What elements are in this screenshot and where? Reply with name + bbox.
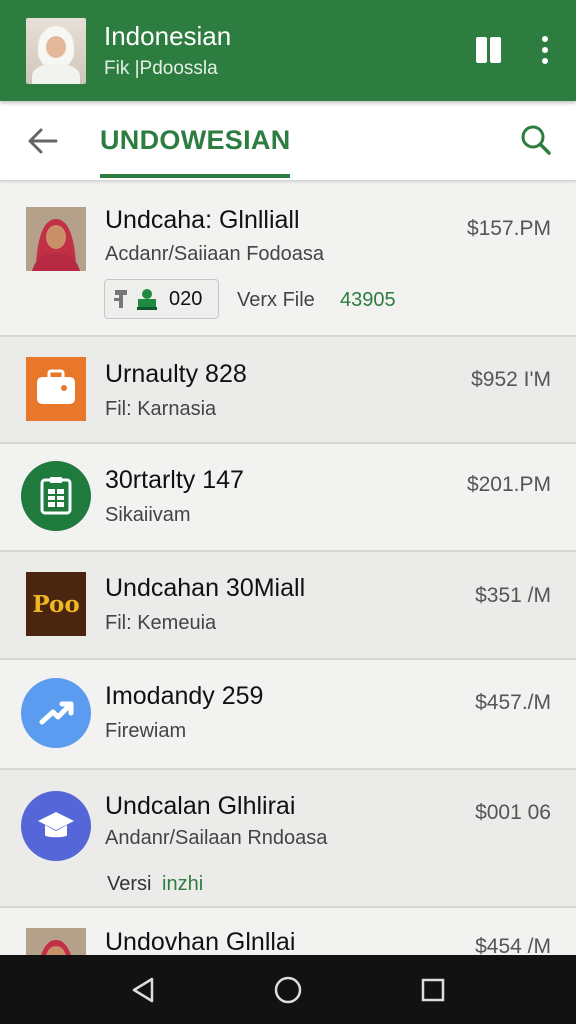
trend-icon: [21, 678, 91, 748]
logo-text: Poo: [32, 590, 80, 618]
spreadsheet-icon: [21, 461, 91, 531]
file-chip[interactable]: 020: [104, 279, 219, 319]
version-label: Verx File: [237, 289, 315, 311]
item-title: Undcaha: Glnlliall: [105, 206, 300, 234]
nav-back-icon[interactable]: [123, 970, 163, 1010]
list-item[interactable]: Imodandy 259 Firewiam $457./M: [0, 660, 576, 770]
item-title: 30rtarlty 147: [105, 466, 244, 494]
item-subtitle: Fil: Kemeuia: [105, 612, 217, 634]
nav-recents-icon[interactable]: [413, 970, 453, 1010]
tab-indicator: [100, 174, 290, 178]
item-thumbnail: [26, 207, 86, 271]
item-subtitle: Firewiam: [105, 720, 187, 742]
app-bar: Indonesian Fik |Pdoossla: [0, 0, 576, 101]
item-price: $001 06: [475, 801, 551, 824]
app-bar-titles: Indonesian Fik |Pdoossla: [104, 20, 231, 82]
pin-icon: [114, 290, 127, 308]
graduation-cap-icon: [21, 791, 91, 861]
nav-home-icon[interactable]: [268, 970, 308, 1010]
item-subtitle: Andanr/Sailaan Rndoasa: [105, 827, 328, 849]
item-title: Urnaulty 828: [105, 360, 247, 388]
item-title: Undovhan Glnllai: [105, 928, 296, 956]
app-logo: Poo: [26, 572, 86, 636]
item-price: $952 I'M: [471, 368, 551, 391]
version-value: inzhi: [162, 873, 204, 895]
app-list: Undcaha: Glnlliall Acdanr/Saiiaan Fodoas…: [0, 182, 576, 992]
app-bar-actions: [476, 36, 548, 64]
section-tab-title[interactable]: UNDOWESIAN: [100, 125, 291, 156]
list-item[interactable]: Undcaha: Glnlliall Acdanr/Saiiaan Fodoas…: [0, 182, 576, 337]
list-item[interactable]: 30rtarlty 147 Sikaiivam $201.PM: [0, 444, 576, 552]
list-item[interactable]: Urnaulty 828 Fil: Karnasia $952 I'M: [0, 337, 576, 444]
version-label: Versi: [107, 873, 152, 895]
item-price: $457./M: [475, 691, 551, 714]
item-title: Undcalan Glhlirai: [105, 792, 296, 820]
system-nav-bar: [0, 955, 576, 1024]
more-options-icon[interactable]: [542, 36, 548, 64]
list-item[interactable]: Poo Undcahan 30Miall Fil: Kemeuia $351 /…: [0, 552, 576, 660]
back-arrow-icon[interactable]: [26, 125, 60, 157]
search-icon[interactable]: [520, 124, 552, 156]
briefcase-icon: [26, 357, 86, 421]
item-price: $351 /M: [475, 584, 551, 607]
chip-label: 020: [169, 287, 203, 310]
item-subtitle: Fil: Karnasia: [105, 398, 217, 420]
book-icon[interactable]: [476, 37, 502, 63]
profile-avatar[interactable]: [26, 17, 86, 84]
item-subtitle: Sikaiivam: [105, 504, 191, 526]
item-subtitle: Acdanr/Saiiaan Fodoasa: [105, 243, 325, 265]
list-item[interactable]: Undcalan Glhlirai Andanr/Sailaan Rndoasa…: [0, 770, 576, 908]
item-price: $201.PM: [466, 473, 551, 496]
item-price: $157.PM: [466, 217, 551, 240]
install-icon: [137, 289, 157, 310]
sub-header: UNDOWESIAN: [0, 101, 576, 181]
item-title: Imodandy 259: [105, 682, 264, 710]
version-value: 43905: [340, 289, 396, 311]
app-title: Indonesian: [104, 20, 232, 51]
app-subtitle: Fik |Pdoossla: [104, 57, 218, 79]
item-title: Undcahan 30Miall: [105, 574, 306, 602]
